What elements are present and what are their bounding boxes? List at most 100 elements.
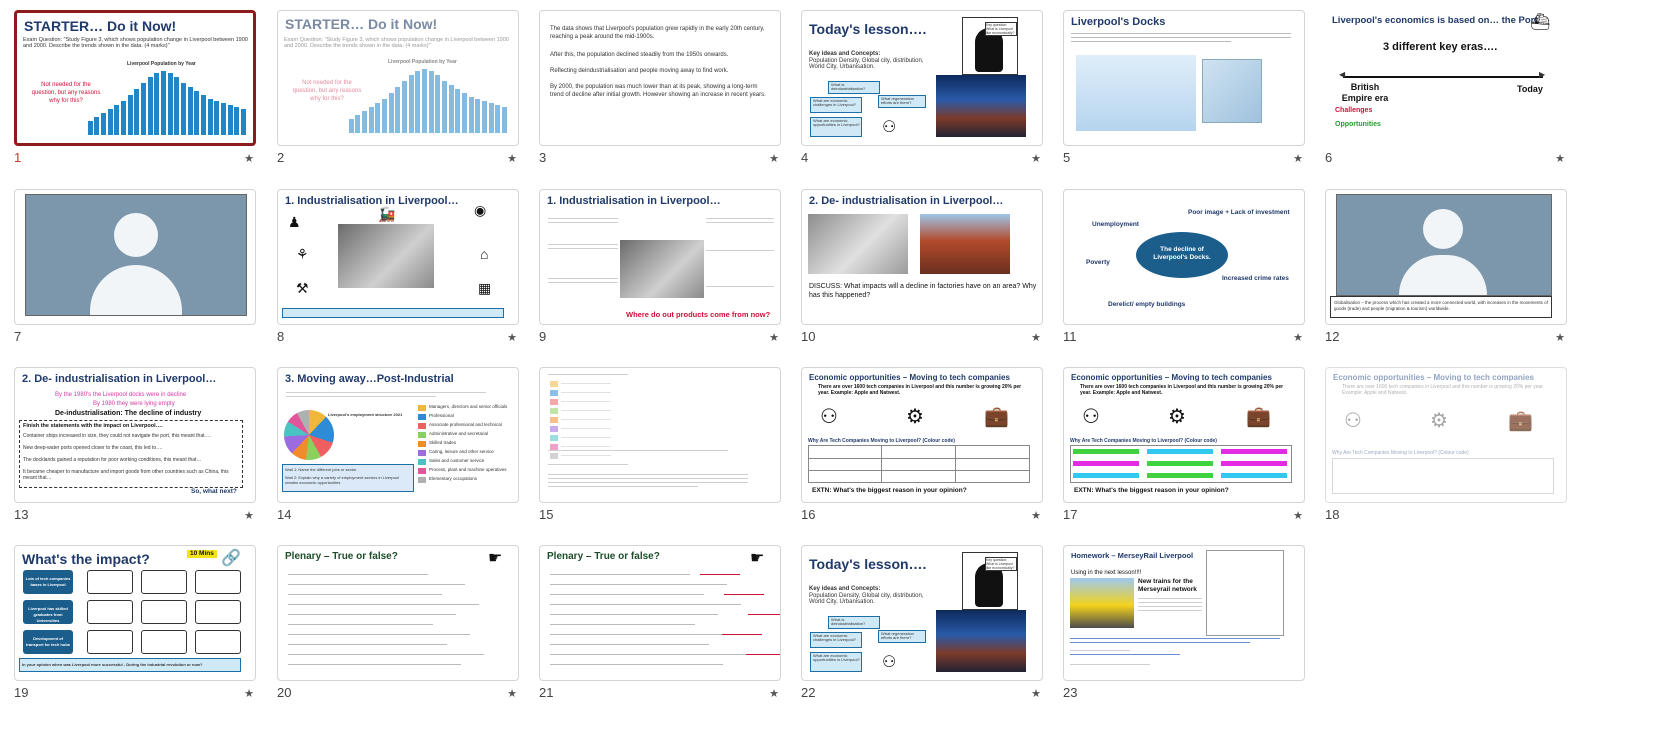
star-icon[interactable]: ★	[1031, 687, 1041, 700]
slide-10-preview[interactable]: 2. De- industrialisation in Liverpool… D…	[801, 189, 1043, 325]
slide-19-preview[interactable]: What's the impact? 10 Mins 🔗 Lots of tec…	[14, 545, 256, 681]
statement-line	[550, 630, 762, 640]
slide-20-preview[interactable]: Plenary – True or false? ☛	[277, 545, 519, 681]
slide-thumbnail-15[interactable]: 15	[539, 367, 781, 527]
slide-thumbnail-1[interactable]: STARTER… Do it Now! Exam Question: "Stud…	[14, 10, 256, 170]
slide-12-preview[interactable]: Globalisation – the process which has cr…	[1325, 189, 1567, 325]
slide-17-preview[interactable]: Economic opportunities – Moving to tech …	[1063, 367, 1305, 503]
slide-13-preview[interactable]: 2. De- industrialisation in Liverpool… B…	[14, 367, 256, 503]
star-icon[interactable]: ★	[769, 687, 779, 700]
star-icon[interactable]: ★	[1293, 509, 1303, 522]
slide-thumbnail-22[interactable]: Today's lesson…. Key ideas and Concepts:…	[801, 545, 1043, 705]
slide-5-preview[interactable]: Liverpool's Docks	[1063, 10, 1305, 146]
star-icon[interactable]: ★	[1031, 509, 1041, 522]
slide-thumbnail-16[interactable]: Economic opportunities – Moving to tech …	[801, 367, 1043, 527]
slide-thumbnail-5[interactable]: Liverpool's Docks 5 ★	[1063, 10, 1305, 170]
slide-9-preview[interactable]: 1. Industrialisation in Liverpool… Where…	[539, 189, 781, 325]
impact-row-1: Lots of tech companies bases in Liverpoo…	[23, 570, 73, 594]
slide-thumbnail-7[interactable]: 7	[14, 189, 256, 349]
slide-title: Economic opportunities – Moving to tech …	[1071, 373, 1272, 382]
slide-18-preview[interactable]: Economic opportunities – Moving to tech …	[1325, 367, 1567, 503]
star-icon[interactable]: ★	[1555, 331, 1565, 344]
slide-thumbnail-13[interactable]: 2. De- industrialisation in Liverpool… B…	[14, 367, 256, 527]
star-icon[interactable]: ★	[244, 687, 254, 700]
slide-23-preview[interactable]: Homework – MerseyRail Liverpool Using in…	[1063, 545, 1305, 681]
population-bar	[200, 95, 206, 135]
employment-pie-chart	[284, 410, 334, 460]
slide-thumbnail-21[interactable]: Plenary – True or false? ☛ 21 ★	[539, 545, 781, 705]
slide-22-preview[interactable]: Today's lesson…. Key ideas and Concepts:…	[801, 545, 1043, 681]
legend-item: Managers, directors and senior officials	[418, 404, 518, 413]
slide-thumbnail-3[interactable]: The data shows that Liverpool's populati…	[539, 10, 781, 170]
legend-swatch	[550, 381, 558, 387]
slide-2-preview[interactable]: STARTER… Do it Now! Exam Question: "Stud…	[277, 10, 519, 146]
slide-thumbnail-4[interactable]: Today's lesson…. Key ideas and Concepts:…	[801, 10, 1043, 170]
question-box-4: What are economic opportunities in Liver…	[810, 117, 862, 137]
why-heading: Why Are Tech Companies Moving to Liverpo…	[1070, 438, 1217, 444]
slide-title: Homework – MerseyRail Liverpool	[1071, 551, 1194, 560]
legend-item	[550, 398, 670, 407]
star-icon[interactable]: ★	[507, 687, 517, 700]
star-icon[interactable]: ★	[1293, 331, 1303, 344]
population-bar	[160, 71, 166, 135]
question-box-4: What are economic opportunities in Liver…	[810, 652, 862, 672]
slide-14-preview[interactable]: 3. Moving away…Post-Industrial Liverpool…	[277, 367, 519, 503]
slide-8-preview[interactable]: 1. Industrialisation in Liverpool… ♟ 🚂 ◉…	[277, 189, 519, 325]
slide-thumbnail-17[interactable]: Economic opportunities – Moving to tech …	[1063, 367, 1305, 527]
statement-line	[550, 580, 760, 590]
exam-question: Exam Question: "Study Figure 3, which sh…	[23, 37, 248, 49]
slide-thumbnail-2[interactable]: STARTER… Do it Now! Exam Question: "Stud…	[277, 10, 519, 170]
slide-thumbnail-9[interactable]: 1. Industrialisation in Liverpool… Where…	[539, 189, 781, 349]
slide-thumbnail-19[interactable]: What's the impact? 10 Mins 🔗 Lots of tec…	[14, 545, 256, 705]
slide-3-preview[interactable]: The data shows that Liverpool's populati…	[539, 10, 781, 146]
population-bar	[348, 119, 354, 133]
closed-factory-photo	[808, 214, 908, 274]
slide-21-preview[interactable]: Plenary – True or false? ☛	[539, 545, 781, 681]
slide-7-preview[interactable]	[14, 189, 256, 325]
star-icon[interactable]: ★	[1031, 152, 1041, 165]
star-icon[interactable]: ★	[1031, 331, 1041, 344]
wait-tasks: Wait 1: Name the different jobs or secto…	[282, 464, 414, 492]
star-icon[interactable]: ★	[244, 152, 254, 165]
why-heading: Why Are Tech Companies Moving to Liverpo…	[808, 438, 955, 444]
population-bar-chart	[87, 71, 247, 135]
star-icon[interactable]: ★	[769, 331, 779, 344]
star-icon[interactable]: ★	[1293, 152, 1303, 165]
population-bar	[501, 107, 507, 133]
question-box-2: What are economic challenges in Liverpoo…	[810, 97, 862, 113]
slide-thumbnail-14[interactable]: 3. Moving away…Post-Industrial Liverpool…	[277, 367, 519, 527]
slide-thumbnail-8[interactable]: 1. Industrialisation in Liverpool… ♟ 🚂 ◉…	[277, 189, 519, 349]
slide-11-preview[interactable]: The decline of Liverpool's Docks. Unempl…	[1063, 189, 1305, 325]
slide-thumbnail-10[interactable]: 2. De- industrialisation in Liverpool… D…	[801, 189, 1043, 349]
population-bar	[481, 101, 487, 133]
slide-thumbnail-11[interactable]: The decline of Liverpool's Docks. Unempl…	[1063, 189, 1305, 349]
star-icon[interactable]: ★	[507, 331, 517, 344]
slide-16-preview[interactable]: Economic opportunities – Moving to tech …	[801, 367, 1043, 503]
population-bar	[174, 77, 180, 135]
question-box-1: What is deindustrialisation?	[828, 81, 880, 94]
star-icon[interactable]: ★	[244, 509, 254, 522]
star-icon[interactable]: ★	[1555, 152, 1565, 165]
slide-number: 19	[14, 685, 29, 700]
slide-thumbnail-6[interactable]: Liverpool's economics is based on… the P…	[1325, 10, 1567, 170]
legend-swatch	[418, 441, 426, 447]
slide-title: What's the impact?	[22, 551, 150, 567]
star-icon[interactable]: ★	[769, 152, 779, 165]
slide-thumbnail-20[interactable]: Plenary – True or false? ☛ 20 ★	[277, 545, 519, 705]
slide-6-preview[interactable]: Liverpool's economics is based on… the P…	[1325, 10, 1567, 146]
slide-title: STARTER… Do it Now!	[24, 18, 177, 34]
legend-item	[550, 407, 670, 416]
slide-thumbnail-23[interactable]: Homework – MerseyRail Liverpool Using in…	[1063, 545, 1305, 705]
slide-1-preview[interactable]: STARTER… Do it Now! Exam Question: "Stud…	[14, 10, 256, 146]
slide-4-preview[interactable]: Today's lesson…. Key ideas and Concepts:…	[801, 10, 1043, 146]
slide-thumbnail-18[interactable]: Economic opportunities – Moving to tech …	[1325, 367, 1567, 527]
population-bar	[87, 121, 93, 135]
slide-thumbnail-12[interactable]: Globalisation – the process which has cr…	[1325, 189, 1567, 349]
slide-15-preview[interactable]	[539, 367, 781, 503]
statement-line	[550, 600, 760, 610]
legend-swatch	[550, 417, 558, 423]
statement-line	[288, 610, 498, 620]
slide-number: 10	[801, 329, 816, 344]
population-bar	[455, 89, 461, 133]
star-icon[interactable]: ★	[507, 152, 517, 165]
